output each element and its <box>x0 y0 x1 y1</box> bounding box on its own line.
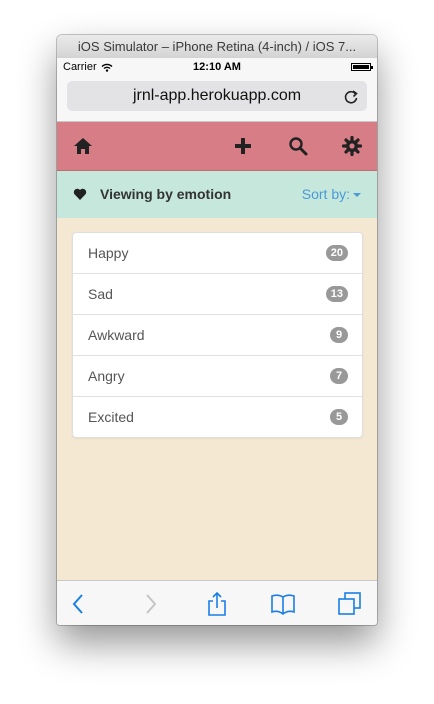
sort-label: Sort by: <box>301 186 350 202</box>
emotion-label: Happy <box>88 245 129 261</box>
status-bar: Carrier 12:10 AM <box>57 58 377 78</box>
url-text: jrnl-app.herokuapp.com <box>132 87 302 104</box>
window-title: iOS Simulator – iPhone Retina (4-inch) /… <box>57 35 377 59</box>
share-icon[interactable] <box>204 591 230 617</box>
list-item[interactable]: Angry 7 <box>73 356 362 397</box>
plus-icon[interactable] <box>232 135 254 157</box>
emotion-label: Awkward <box>88 327 145 343</box>
gear-icon[interactable] <box>341 135 363 157</box>
emotion-list: Happy 20 Sad 13 Awkward 9 Angry 7 Excite… <box>72 232 363 438</box>
phone-screen: Carrier 12:10 AM jrnl-app.herokuapp.com <box>57 58 377 625</box>
url-field[interactable]: jrnl-app.herokuapp.com <box>67 81 367 111</box>
view-header: Viewing by emotion Sort by: <box>57 171 377 218</box>
search-icon[interactable] <box>287 135 309 157</box>
sort-dropdown[interactable]: Sort by: <box>302 186 361 202</box>
simulator-window: iOS Simulator – iPhone Retina (4-inch) /… <box>57 35 377 625</box>
app-navbar <box>57 122 377 171</box>
view-title: Viewing by emotion <box>100 186 232 202</box>
address-bar: jrnl-app.herokuapp.com <box>57 78 377 122</box>
battery-icon <box>351 63 373 71</box>
emotion-label: Angry <box>88 368 125 384</box>
list-item[interactable]: Sad 13 <box>73 274 362 315</box>
count-badge: 9 <box>330 327 348 343</box>
caret-down-icon <box>353 193 361 197</box>
status-time: 12:10 AM <box>193 61 241 73</box>
bookmarks-icon[interactable] <box>270 591 296 617</box>
forward-icon[interactable] <box>137 591 163 617</box>
count-badge: 20 <box>325 245 348 261</box>
home-icon[interactable] <box>72 135 94 157</box>
emotion-label: Sad <box>88 286 113 302</box>
list-item[interactable]: Excited 5 <box>73 397 362 437</box>
heart-icon <box>73 188 87 200</box>
reload-icon[interactable] <box>343 89 359 105</box>
emotion-label: Excited <box>88 409 134 425</box>
count-badge: 7 <box>330 368 348 384</box>
back-icon[interactable] <box>66 591 92 617</box>
count-badge: 13 <box>325 286 348 302</box>
list-item[interactable]: Awkward 9 <box>73 315 362 356</box>
count-badge: 5 <box>330 409 348 425</box>
browser-toolbar <box>57 580 377 625</box>
list-item[interactable]: Happy 20 <box>73 233 362 274</box>
tabs-icon[interactable] <box>336 591 362 617</box>
